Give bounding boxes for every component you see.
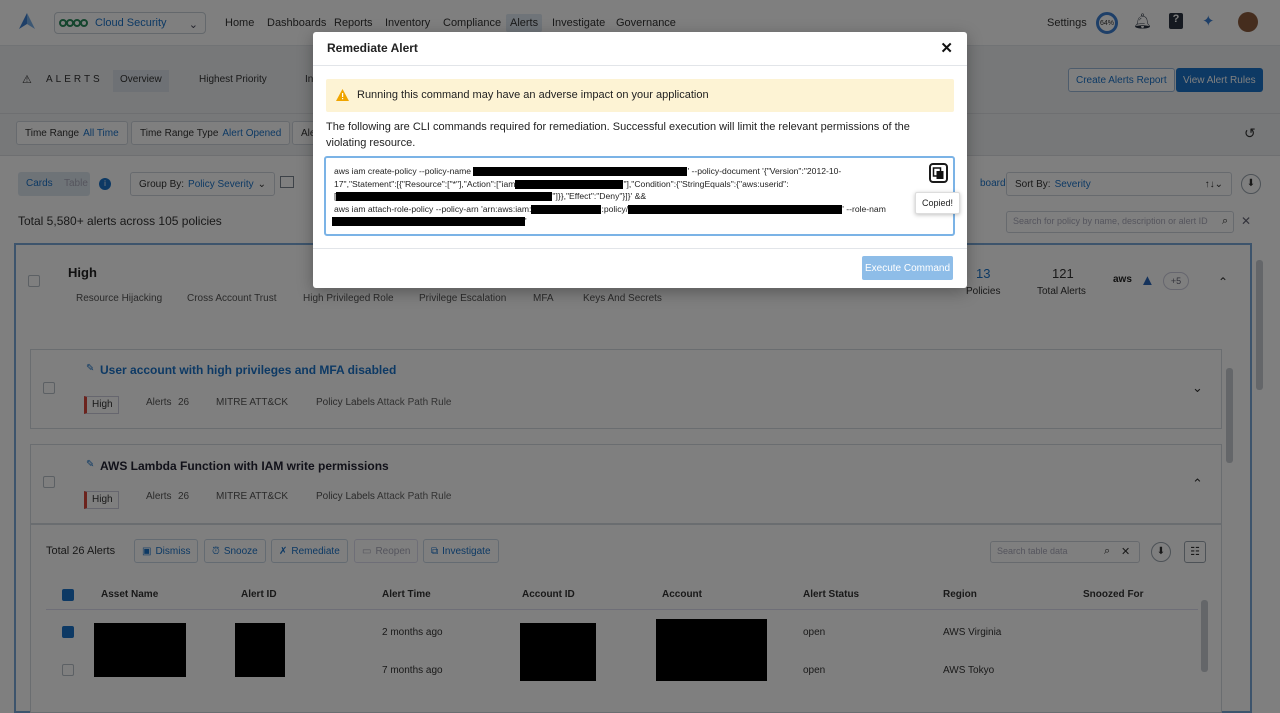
close-icon[interactable]: ✕: [940, 39, 953, 57]
cmd-text: "]}},"Effect":"Deny"}]}' &&: [552, 191, 647, 201]
cmd-text: :policy/: [601, 203, 629, 214]
copy-icon: [932, 167, 944, 179]
redacted-text: [515, 179, 624, 189]
cmd-line: aws iam create-policy --policy-name ' --…: [334, 165, 945, 178]
divider: [313, 65, 967, 66]
copy-button[interactable]: [929, 163, 948, 183]
redacted-text: [473, 167, 688, 177]
cmd-text: aws iam create-policy --policy-name: [334, 166, 472, 176]
copied-tooltip: Copied!: [915, 192, 960, 214]
cmd-text: 17","Statement":[{"Resource":["*"],"Acti…: [334, 178, 516, 189]
warning-banner: Running this command may have an adverse…: [326, 79, 954, 112]
cmd-line: ': [332, 215, 945, 228]
redacted-text: [531, 204, 602, 214]
redacted-text: [336, 192, 553, 202]
remediate-alert-modal: Remediate Alert ✕ Running this command m…: [313, 32, 967, 288]
cmd-text: ': [525, 216, 527, 226]
redacted-text: [628, 204, 843, 214]
cmd-text: aws iam attach-role-policy --policy-arn …: [334, 203, 532, 214]
cmd-text: ' --role-nam: [842, 203, 886, 214]
warning-icon: [336, 89, 349, 101]
modal-title: Remediate Alert: [327, 41, 418, 55]
divider: [313, 248, 967, 249]
execute-command-button[interactable]: Execute Command: [862, 256, 953, 280]
cmd-line: ["]}},"Effect":"Deny"}]}' &&: [334, 190, 945, 203]
remediation-description: The following are CLI commands required …: [326, 121, 910, 149]
cli-command-box[interactable]: aws iam create-policy --policy-name ' --…: [324, 156, 955, 236]
redacted-text: [332, 217, 525, 227]
cmd-text: ' --policy-document '{"Version":"2012-10…: [687, 166, 842, 176]
cmd-line: aws iam attach-role-policy --policy-arn …: [334, 203, 945, 216]
warning-text: Running this command may have an adverse…: [357, 89, 709, 101]
cmd-line: 17","Statement":[{"Resource":["*"],"Acti…: [334, 178, 945, 191]
cmd-text: "],"Condition":{"StringEquals":{"aws:use…: [623, 178, 789, 189]
